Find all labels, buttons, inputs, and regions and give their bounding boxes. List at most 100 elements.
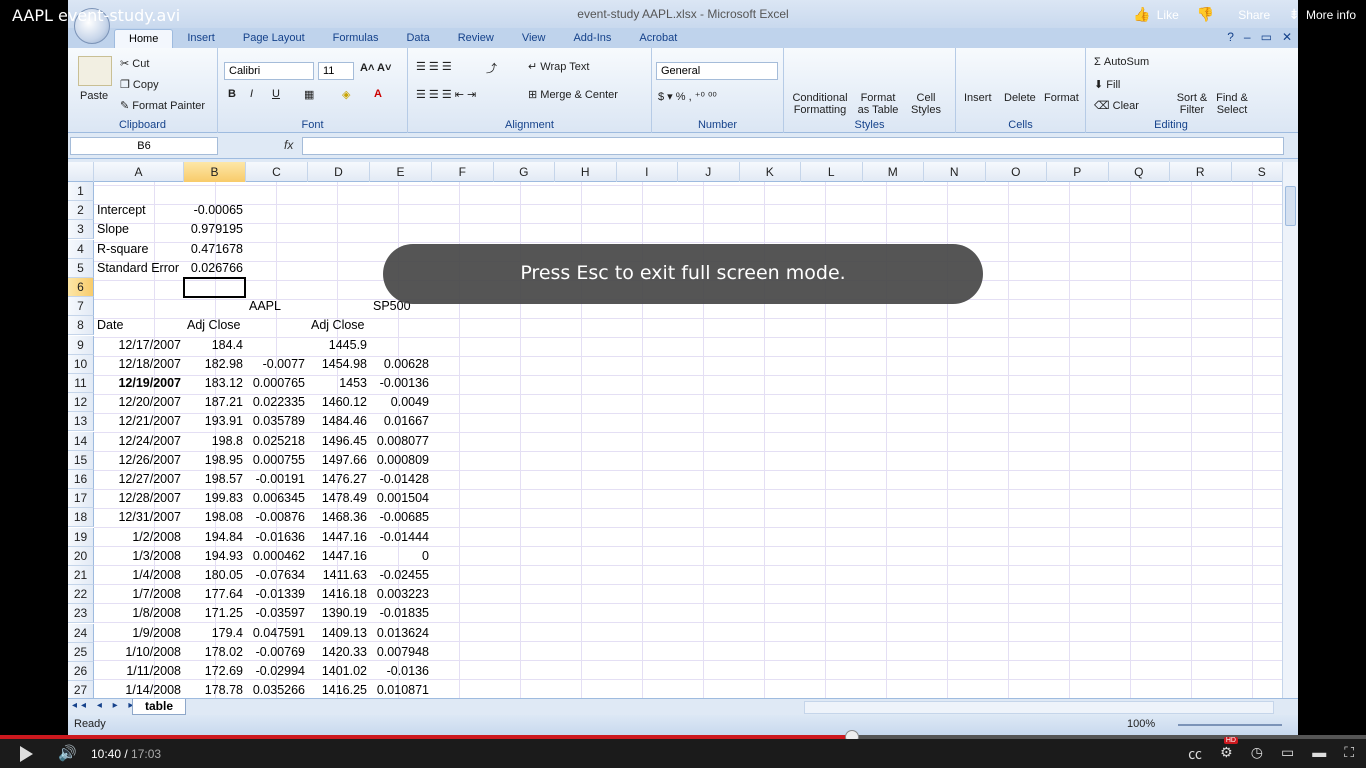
cell-c15[interactable]: 0.000755 [246,451,308,470]
row-header-25[interactable]: 25 [68,642,94,662]
column-header-r[interactable]: R [1170,162,1232,182]
cell-e26[interactable]: -0.0136 [370,662,432,681]
cell-c24[interactable]: 0.047591 [246,624,308,643]
column-header-e[interactable]: E [370,162,432,182]
row-header-8[interactable]: 8 [68,316,94,336]
insert-cells-button[interactable]: Insert [964,92,992,104]
cell-b12[interactable]: 187.21 [184,393,246,412]
cell-a16[interactable]: 12/27/2007 [94,470,184,489]
cell-b5[interactable]: 0.026766 [184,259,246,278]
like-button[interactable]: 👍 Like [1133,6,1178,23]
cell-c10[interactable]: -0.0077 [246,355,308,374]
volume-icon[interactable]: 🔊 [58,744,77,762]
cell-c22[interactable]: -0.01339 [246,585,308,604]
row-header-12[interactable]: 12 [68,393,94,413]
share-button[interactable]: Share [1238,8,1270,22]
column-header-m[interactable]: M [863,162,924,182]
cell-b24[interactable]: 179.4 [184,624,246,643]
cell-b21[interactable]: 180.05 [184,566,246,585]
cell-b2[interactable]: -0.00065 [184,201,246,220]
captions-icon[interactable]: ㏄ [1188,744,1202,764]
tab-insert[interactable]: Insert [173,29,229,48]
cell-a24[interactable]: 1/9/2008 [94,624,184,643]
number-format-icons[interactable]: $ ▾ % , ⁺⁰ ⁰⁰ [658,90,717,103]
column-header-l[interactable]: L [801,162,863,182]
cell-d12[interactable]: 1460.12 [308,393,370,412]
cell-b26[interactable]: 172.69 [184,662,246,681]
cell-c20[interactable]: 0.000462 [246,547,308,566]
cell-b14[interactable]: 198.8 [184,432,246,451]
row-header-21[interactable]: 21 [68,566,94,585]
cell-d21[interactable]: 1411.63 [308,566,370,585]
cell-a3[interactable]: Slope [94,220,184,239]
wrap-text-button[interactable]: ↵ Wrap Text [528,60,589,73]
small-player-icon[interactable]: ▭ [1281,744,1294,764]
row-header-20[interactable]: 20 [68,546,94,566]
column-header-g[interactable]: G [494,162,555,182]
tab-view[interactable]: View [508,29,560,48]
cell-a19[interactable]: 1/2/2008 [94,528,184,547]
row-header-18[interactable]: 18 [68,508,94,528]
cell-e19[interactable]: -0.01444 [370,528,432,547]
row-header-5[interactable]: 5 [68,258,94,278]
cell-c12[interactable]: 0.022335 [246,393,308,412]
cell-b15[interactable]: 198.95 [184,451,246,470]
conditional-formatting-button[interactable]: Conditional Formatting [792,92,848,116]
format-painter-button[interactable]: ✎ Format Painter [120,99,205,112]
watch-later-icon[interactable]: ◷ [1251,744,1263,764]
tab-page-layout[interactable]: Page Layout [229,29,319,48]
cell-d13[interactable]: 1484.46 [308,412,370,431]
cell-a20[interactable]: 1/3/2008 [94,547,184,566]
sheet-tab-table[interactable]: table [132,699,187,715]
cell-b25[interactable]: 178.02 [184,643,246,662]
cell-e12[interactable]: 0.0049 [370,393,432,412]
tab-formulas[interactable]: Formulas [319,29,393,48]
sort-filter-button[interactable]: Sort & Filter [1174,92,1210,116]
cell-a26[interactable]: 1/11/2008 [94,662,184,681]
cell-a11[interactable]: 12/19/2007 [94,374,184,393]
number-format-select[interactable]: General [656,62,778,80]
cell-a12[interactable]: 12/20/2007 [94,393,184,412]
large-player-icon[interactable]: ▬ [1312,744,1326,764]
cell-a25[interactable]: 1/10/2008 [94,643,184,662]
cell-a4[interactable]: R-square [94,240,184,259]
select-all-corner[interactable] [68,162,94,182]
cell-a23[interactable]: 1/8/2008 [94,604,184,623]
cell-b17[interactable]: 199.83 [184,489,246,508]
cell-styles-button[interactable]: Cell Styles [908,92,944,116]
format-cells-button[interactable]: Format [1044,92,1079,104]
cell-c16[interactable]: -0.00191 [246,470,308,489]
cell-d20[interactable]: 1447.16 [308,547,370,566]
cell-b9[interactable]: 184.4 [184,336,246,355]
cell-c21[interactable]: -0.07634 [246,566,308,585]
underline-icon[interactable]: U [272,88,280,100]
cell-b10[interactable]: 182.98 [184,355,246,374]
column-header-p[interactable]: P [1047,162,1109,182]
orientation-icon[interactable]: ⤴ [486,60,497,76]
cell-d24[interactable]: 1409.13 [308,624,370,643]
cell-d25[interactable]: 1420.33 [308,643,370,662]
zoom-level[interactable]: 100% [1127,718,1155,730]
row-header-2[interactable]: 2 [68,201,94,221]
row-header-10[interactable]: 10 [68,354,94,374]
row-header-17[interactable]: 17 [68,489,94,509]
fx-icon[interactable]: fx [284,138,293,152]
font-color-icon[interactable]: A [374,88,382,100]
paste-button[interactable]: Paste [80,90,108,102]
row-header-9[interactable]: 9 [68,335,94,355]
row-header-6[interactable]: 6 [68,278,94,297]
cell-c25[interactable]: -0.00769 [246,643,308,662]
column-header-c[interactable]: C [246,162,308,182]
tab-add-ins[interactable]: Add-Ins [559,29,625,48]
cell-c14[interactable]: 0.025218 [246,432,308,451]
cell-d16[interactable]: 1476.27 [308,470,370,489]
row-header-22[interactable]: 22 [68,585,94,605]
cell-e17[interactable]: 0.001504 [370,489,432,508]
row-header-15[interactable]: 15 [68,450,94,470]
cut-button[interactable]: ✂ Cut [120,57,149,70]
cell-a17[interactable]: 12/28/2007 [94,489,184,508]
cell-a8[interactable]: Date [94,316,184,335]
cell-c19[interactable]: -0.01636 [246,528,308,547]
cell-e10[interactable]: 0.00628 [370,355,432,374]
dislike-button[interactable]: 👎 [1197,6,1220,23]
